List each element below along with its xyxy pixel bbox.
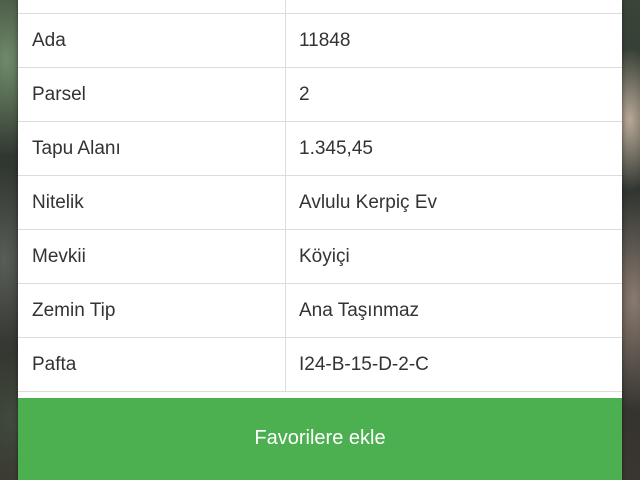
row-value-mevkii: Köyiçi [299,245,350,267]
table-row-tapu-alani: Tapu Alanı 1.345,45 [18,122,622,176]
row-value-nitelik: Avlulu Kerpiç Ev [299,191,437,213]
table-row-nitelik: Nitelik Avlulu Kerpiç Ev [18,176,622,230]
row-value-ada: 11848 [299,29,351,51]
row-value [286,0,622,13]
row-label-ada: Ada [18,14,286,67]
table-row-pafta: Pafta I24-B-15-D-2-C [18,338,622,392]
row-label-mevkii: Mevkii [18,230,286,283]
table-row-zemin-tip: Zemin Tip Ana Taşınmaz [18,284,622,338]
row-value-tapu-alani: 1.345,45 [299,137,373,159]
parcel-details-sheet: Ada 11848 Parsel 2 Tapu Alanı 1.345,45 N… [18,0,622,480]
table-row-mevkii: Mevkii Köyiçi [18,230,622,284]
row-label [18,0,286,13]
row-label-nitelik: Nitelik [18,176,286,229]
table-row-parsel: Parsel 2 [18,68,622,122]
table-row-ada: Ada 11848 [18,14,622,68]
add-to-favorites-button[interactable]: Favorilere ekle [18,398,622,480]
row-value-zemin-tip: Ana Taşınmaz [299,299,420,321]
row-label-tapu-alani: Tapu Alanı [18,122,286,175]
row-label-zemin-tip: Zemin Tip [18,284,286,337]
row-value-parsel: 2 [299,83,310,105]
row-label-pafta: Pafta [18,338,286,391]
table-row-partial [18,0,622,14]
row-label-parsel: Parsel [18,68,286,121]
parcel-details-table: Ada 11848 Parsel 2 Tapu Alanı 1.345,45 N… [18,0,622,392]
row-value-pafta: I24-B-15-D-2-C [299,353,429,375]
